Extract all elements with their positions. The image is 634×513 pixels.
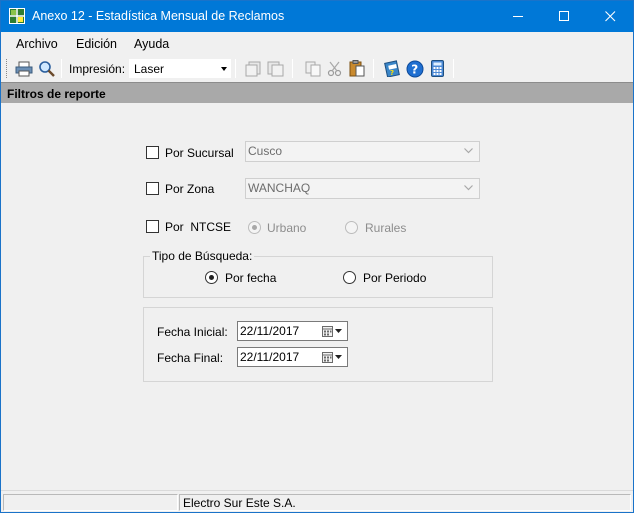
por-periodo-label: Por Periodo [363,271,427,285]
rurales-label: Rurales [365,221,407,235]
print-button[interactable] [14,59,34,78]
copy-icon [305,61,321,76]
svg-text:?: ? [411,62,418,76]
cut-button[interactable] [325,59,345,78]
toolbar: Impresión: ? ? [1,56,633,81]
print-label: Impresión: [69,62,126,76]
minimize-icon [512,16,523,17]
menu-edicion[interactable]: Edición [76,37,117,51]
app-window: Anexo 12 - Estadística Mensual de Reclam… [0,0,634,513]
filters-panel: Por Sucursal Cusco Por Zona WANCHAQ Por … [1,103,633,490]
zona-select[interactable]: WANCHAQ [245,178,480,199]
close-button[interactable] [587,1,633,32]
menu-archivo[interactable]: Archivo [16,37,58,51]
toolbar-grip[interactable] [6,59,9,78]
menu-bar: Archivo Edición Ayuda [1,32,633,56]
help-book-icon: ? [384,60,400,77]
toolbar-separator [61,59,62,78]
por-fecha-label: Por fecha [225,271,277,285]
maximize-button[interactable] [541,1,587,32]
por-periodo-radio[interactable] [343,271,356,284]
magnifier-icon [39,61,55,77]
zona-checkbox[interactable] [146,182,159,195]
busqueda-legend: Tipo de Búsqueda: [150,249,255,263]
copy-button[interactable] [303,59,323,78]
toolbar-separator [235,59,236,78]
menu-ayuda[interactable]: Ayuda [134,37,169,51]
sucursal-label: Por Sucursal [165,146,234,160]
help-button[interactable]: ? [405,59,425,78]
pages-forward-icon [267,61,284,76]
sucursal-checkbox[interactable] [146,146,159,159]
maximize-icon [558,11,569,21]
window-title: Anexo 12 - Estadística Mensual de Reclam… [32,9,285,23]
fecha-inicial-picker[interactable]: 22/11/2017 [237,321,348,341]
minimize-button[interactable] [495,1,541,32]
ntcse-checkbox[interactable] [146,220,159,233]
sucursal-select[interactable]: Cusco [245,141,480,162]
preview-button[interactable] [37,59,57,78]
status-pane-company: Electro Sur Este S.A. [179,494,631,511]
zona-select-value: WANCHAQ [248,181,311,195]
status-pane-empty [3,494,178,511]
svg-text:?: ? [390,69,394,77]
calendar-dropdown-icon[interactable] [322,325,344,338]
fecha-inicial-value: 22/11/2017 [240,324,300,338]
por-fecha-radio[interactable] [205,271,218,284]
calendar-dropdown-icon[interactable] [322,351,344,364]
fecha-final-value: 22/11/2017 [240,350,300,364]
busqueda-group: Tipo de Búsqueda: [143,249,493,298]
paste-button[interactable] [347,59,367,78]
printer-icon [15,61,33,76]
chevron-down-icon [464,185,473,191]
ntcse-label: Por NTCSE [165,220,232,234]
question-icon: ? [406,60,424,77]
toolbar-separator [373,59,374,78]
help-book-button[interactable]: ? [383,59,403,78]
dropdown-arrow-icon [221,67,227,71]
status-bar: Electro Sur Este S.A. [1,490,633,512]
calculator-button[interactable] [428,59,448,78]
sucursal-select-value: Cusco [248,144,283,158]
first-page-button[interactable] [244,59,264,78]
title-bar[interactable]: Anexo 12 - Estadística Mensual de Reclam… [1,1,633,32]
printer-select[interactable]: Laser [129,59,231,78]
urbano-label: Urbano [267,221,307,235]
rurales-radio[interactable] [345,221,358,234]
fecha-final-picker[interactable]: 22/11/2017 [237,347,348,367]
calculator-icon [431,60,444,77]
next-page-button[interactable] [266,59,286,78]
company-name: Electro Sur Este S.A. [183,496,296,510]
printer-select-value: Laser [134,62,165,76]
close-icon [604,11,615,22]
toolbar-separator [453,59,454,78]
scissors-icon [327,61,342,76]
fecha-final-label: Fecha Final: [157,351,224,365]
section-header: Filtros de reporte [1,82,633,103]
chevron-down-icon [464,148,473,154]
toolbar-separator [292,59,293,78]
zona-label: Por Zona [165,182,215,196]
pages-back-icon [245,61,261,76]
clipboard-icon [349,60,365,77]
radio-dot [252,225,257,230]
section-title: Filtros de reporte [7,87,106,101]
app-icon [9,8,25,24]
fechas-group [143,307,493,382]
fecha-inicial-label: Fecha Inicial: [157,325,228,339]
urbano-radio[interactable] [248,221,261,234]
radio-dot [209,275,214,280]
